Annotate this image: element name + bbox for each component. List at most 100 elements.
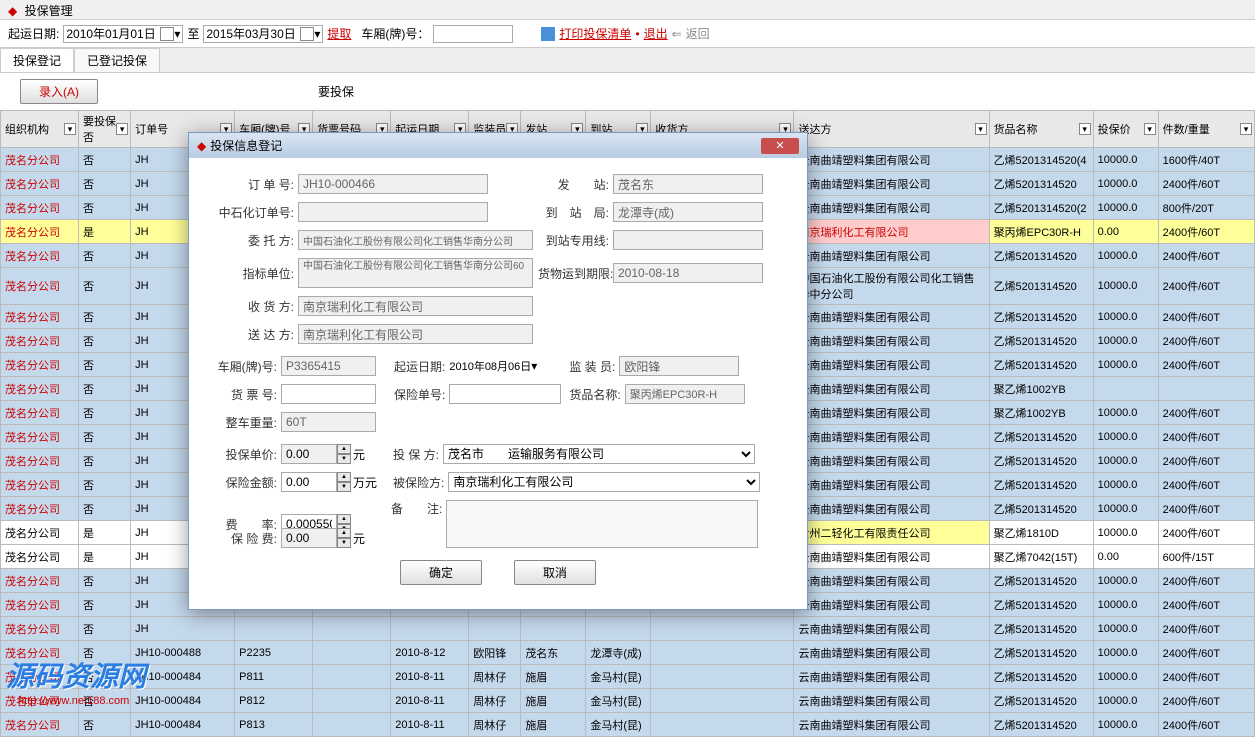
end-date-input[interactable]: 2015年03月30日 ▾ [203, 25, 323, 43]
table-cell: 2400件/60T [1158, 641, 1254, 665]
table-cell: 2400件/60T [1158, 617, 1254, 641]
close-button[interactable]: ✕ [761, 138, 799, 154]
remark-textarea[interactable] [446, 500, 758, 548]
column-filter-icon[interactable]: ▾ [1240, 123, 1252, 135]
car-no-input[interactable] [281, 356, 376, 376]
insurer-select[interactable]: 茂名市 运输服务有限公司 [443, 444, 755, 464]
column-filter-icon[interactable]: ▾ [1144, 123, 1156, 135]
car-number-input[interactable] [433, 25, 513, 43]
receiver-input[interactable] [298, 296, 533, 316]
calendar-icon[interactable] [300, 27, 314, 41]
extract-link[interactable]: 提取 [327, 25, 351, 42]
fee-spinner[interactable]: ▲▼ [281, 528, 351, 548]
table-row[interactable]: 茂名分公司否JH10-000488P22352010-8-12欧阳锋茂名东龙潭寺… [1, 641, 1255, 665]
column-header[interactable]: 投保价▾ [1093, 111, 1158, 148]
column-filter-icon[interactable]: ▾ [975, 123, 987, 135]
table-cell: 云南曲靖塑料集团有限公司 [794, 545, 989, 569]
table-cell: 云南曲靖塑料集团有限公司 [794, 305, 989, 329]
column-filter-icon[interactable]: ▾ [64, 123, 76, 135]
table-cell: 10000.0 [1093, 148, 1158, 172]
table-cell: 施眉 [521, 665, 586, 689]
table-cell: 云南曲靖塑料集团有限公司 [794, 473, 989, 497]
table-cell: 聚丙烯EPC30R-H [989, 220, 1093, 244]
column-header[interactable]: 送达方▾ [794, 111, 989, 148]
table-cell: 茂名分公司 [1, 305, 79, 329]
insure-price-spinner[interactable]: ▲▼ [281, 444, 351, 464]
depart-date-input[interactable]: 2010年08月06日▾ [449, 358, 561, 374]
watermark-text: 源码资源网 [6, 655, 146, 695]
cancel-button[interactable]: 取消 [514, 560, 596, 585]
table-cell: 2400件/60T [1158, 569, 1254, 593]
order-no-input[interactable] [298, 174, 488, 194]
spin-up-icon[interactable]: ▲ [337, 528, 351, 538]
to-station-label: 到 站 局: [538, 204, 613, 221]
modal-title-bar: ◆ 投保信息登记 ✕ [189, 133, 807, 158]
whole-weight-input[interactable] [281, 412, 376, 432]
start-date-input[interactable]: 2010年01月01日 ▾ [63, 25, 183, 43]
table-cell: 2010-8-11 [391, 713, 469, 737]
table-cell: 0.00 [1093, 545, 1158, 569]
exit-link[interactable]: 退出 [644, 25, 668, 42]
table-cell: 10000.0 [1093, 353, 1158, 377]
table-cell: 聚乙烯1002YB [989, 401, 1093, 425]
insure-amount-spinner[interactable]: ▲▼ [281, 472, 351, 492]
spin-up-icon[interactable]: ▲ [337, 444, 351, 454]
table-cell: 否 [79, 196, 131, 220]
policy-no-input[interactable] [449, 384, 561, 404]
remark-label: 备 注: [391, 500, 446, 517]
table-cell: 2400件/60T [1158, 449, 1254, 473]
tab-registered[interactable]: 已登记投保 [74, 48, 160, 72]
supervisor-input[interactable] [619, 356, 739, 376]
product-name-label: 货品名称: [569, 386, 624, 403]
table-cell: 10000.0 [1093, 521, 1158, 545]
product-name-input[interactable] [625, 384, 745, 404]
table-row[interactable]: 茂名分公司否JH云南曲靖塑料集团有限公司乙烯520131452010000.02… [1, 617, 1255, 641]
spin-down-icon[interactable]: ▼ [337, 454, 351, 464]
spin-up-icon[interactable]: ▲ [337, 514, 351, 524]
column-header[interactable]: 组织机构▾ [1, 111, 79, 148]
tabs: 投保登记 已登记投保 [0, 48, 1255, 73]
ticket-no-input[interactable] [281, 384, 376, 404]
column-header[interactable]: 要投保否▾ [79, 111, 131, 148]
ok-button[interactable]: 确定 [400, 560, 482, 585]
table-cell: 10000.0 [1093, 305, 1158, 329]
car-no-label: 车厢(牌)号: [213, 358, 281, 375]
entry-button[interactable]: 录入(A) [20, 79, 98, 104]
table-row[interactable]: 茂名分公司否JH10-000484P8132010-8-11周林仔施眉金马村(昆… [1, 713, 1255, 737]
table-cell: 金马村(昆) [586, 689, 651, 713]
fee-label: 保 险 费: [213, 530, 281, 547]
special-line-input[interactable] [613, 230, 763, 250]
table-cell: 乙烯5201314520 [989, 641, 1093, 665]
entrust-input[interactable] [298, 230, 533, 250]
back-link[interactable]: 返回 [686, 25, 710, 42]
column-header[interactable]: 货品名称▾ [989, 111, 1093, 148]
table-cell [651, 689, 794, 713]
table-cell: 茂名分公司 [1, 497, 79, 521]
insured-select[interactable]: 南京瑞利化工有限公司 [448, 472, 760, 492]
column-header[interactable]: 件数/重量▾ [1158, 111, 1254, 148]
calendar-icon[interactable] [160, 27, 174, 41]
table-cell: 云南曲靖塑料集团有限公司 [794, 401, 989, 425]
tab-register[interactable]: 投保登记 [0, 48, 74, 72]
table-row[interactable]: 茂名分公司否JH10-000484P8112010-8-11周林仔施眉金马村(昆… [1, 665, 1255, 689]
spin-up-icon[interactable]: ▲ [337, 472, 351, 482]
column-filter-icon[interactable]: ▾ [116, 123, 128, 135]
table-cell: 云南曲靖塑料集团有限公司 [794, 377, 989, 401]
table-cell: 10000.0 [1093, 569, 1158, 593]
table-cell: 云南曲靖塑料集团有限公司 [794, 449, 989, 473]
table-cell: 否 [79, 713, 131, 737]
sinopec-order-input[interactable] [298, 202, 488, 222]
print-link[interactable]: 打印投保清单 [559, 25, 631, 42]
table-cell: 否 [79, 569, 131, 593]
table-row[interactable]: 茂名分公司否JH10-000484P8122010-8-11周林仔施眉金马村(昆… [1, 689, 1255, 713]
column-filter-icon[interactable]: ▾ [1079, 123, 1091, 135]
cargo-deadline-input[interactable] [613, 263, 763, 283]
spin-down-icon[interactable]: ▼ [337, 538, 351, 548]
sender-input[interactable] [298, 324, 533, 344]
to-station-input[interactable] [613, 202, 763, 222]
table-cell: 乙烯5201314520 [989, 713, 1093, 737]
table-cell: 茂名分公司 [1, 329, 79, 353]
indicator-input[interactable]: 中国石油化工股份有限公司化工销售华南分公司60 [298, 258, 533, 288]
spin-down-icon[interactable]: ▼ [337, 482, 351, 492]
from-station-input[interactable] [613, 174, 763, 194]
